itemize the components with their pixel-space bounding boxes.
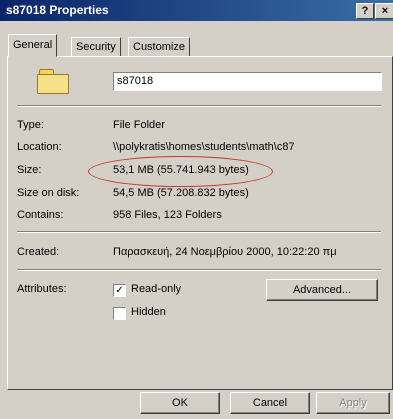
created-label: Created: — [17, 246, 60, 258]
window-title: s87018 Properties — [6, 3, 109, 17]
advanced-button[interactable]: Advanced... — [266, 279, 378, 301]
hidden-checkbox[interactable] — [113, 307, 126, 320]
size-label: Size: — [17, 164, 42, 176]
apply-button[interactable]: Apply — [316, 392, 390, 414]
ok-button[interactable]: OK — [140, 392, 220, 414]
type-value: File Folder — [113, 119, 165, 131]
size-highlight-circle — [88, 156, 273, 187]
created-value: Παρασκευή, 24 Νοεμβρίου 2000, 10:22:20 π… — [113, 246, 337, 258]
divider — [17, 231, 381, 233]
readonly-label: Read-only — [131, 283, 182, 295]
tab-security[interactable]: Security — [71, 37, 121, 57]
title-bar[interactable]: s87018 Properties ? × — [0, 0, 393, 21]
close-button[interactable]: × — [375, 3, 393, 19]
size-on-disk-value: 54,5 MB (57.208.832 bytes) — [113, 187, 249, 199]
contains-value: 958 Files, 123 Folders — [113, 209, 222, 221]
cancel-button[interactable]: Cancel — [230, 392, 310, 414]
folder-icon — [37, 69, 69, 94]
attributes-label: Attributes: — [17, 283, 67, 295]
divider — [17, 269, 381, 271]
general-panel: Type: File Folder Location: \\polykratis… — [7, 56, 393, 390]
location-label: Location: — [17, 141, 62, 153]
hidden-label: Hidden — [131, 306, 166, 318]
readonly-checkbox[interactable]: ✓ — [113, 284, 126, 297]
tab-general[interactable]: General — [8, 34, 58, 57]
contains-label: Contains: — [17, 209, 64, 221]
size-on-disk-label: Size on disk: — [17, 187, 80, 199]
tab-customize[interactable]: Customize — [128, 37, 190, 57]
help-button[interactable]: ? — [356, 3, 374, 19]
location-value: \\polykratis\homes\students\math\c87 — [113, 141, 295, 153]
divider — [17, 105, 381, 107]
folder-name-input[interactable] — [113, 72, 382, 91]
type-label: Type: — [17, 119, 44, 131]
